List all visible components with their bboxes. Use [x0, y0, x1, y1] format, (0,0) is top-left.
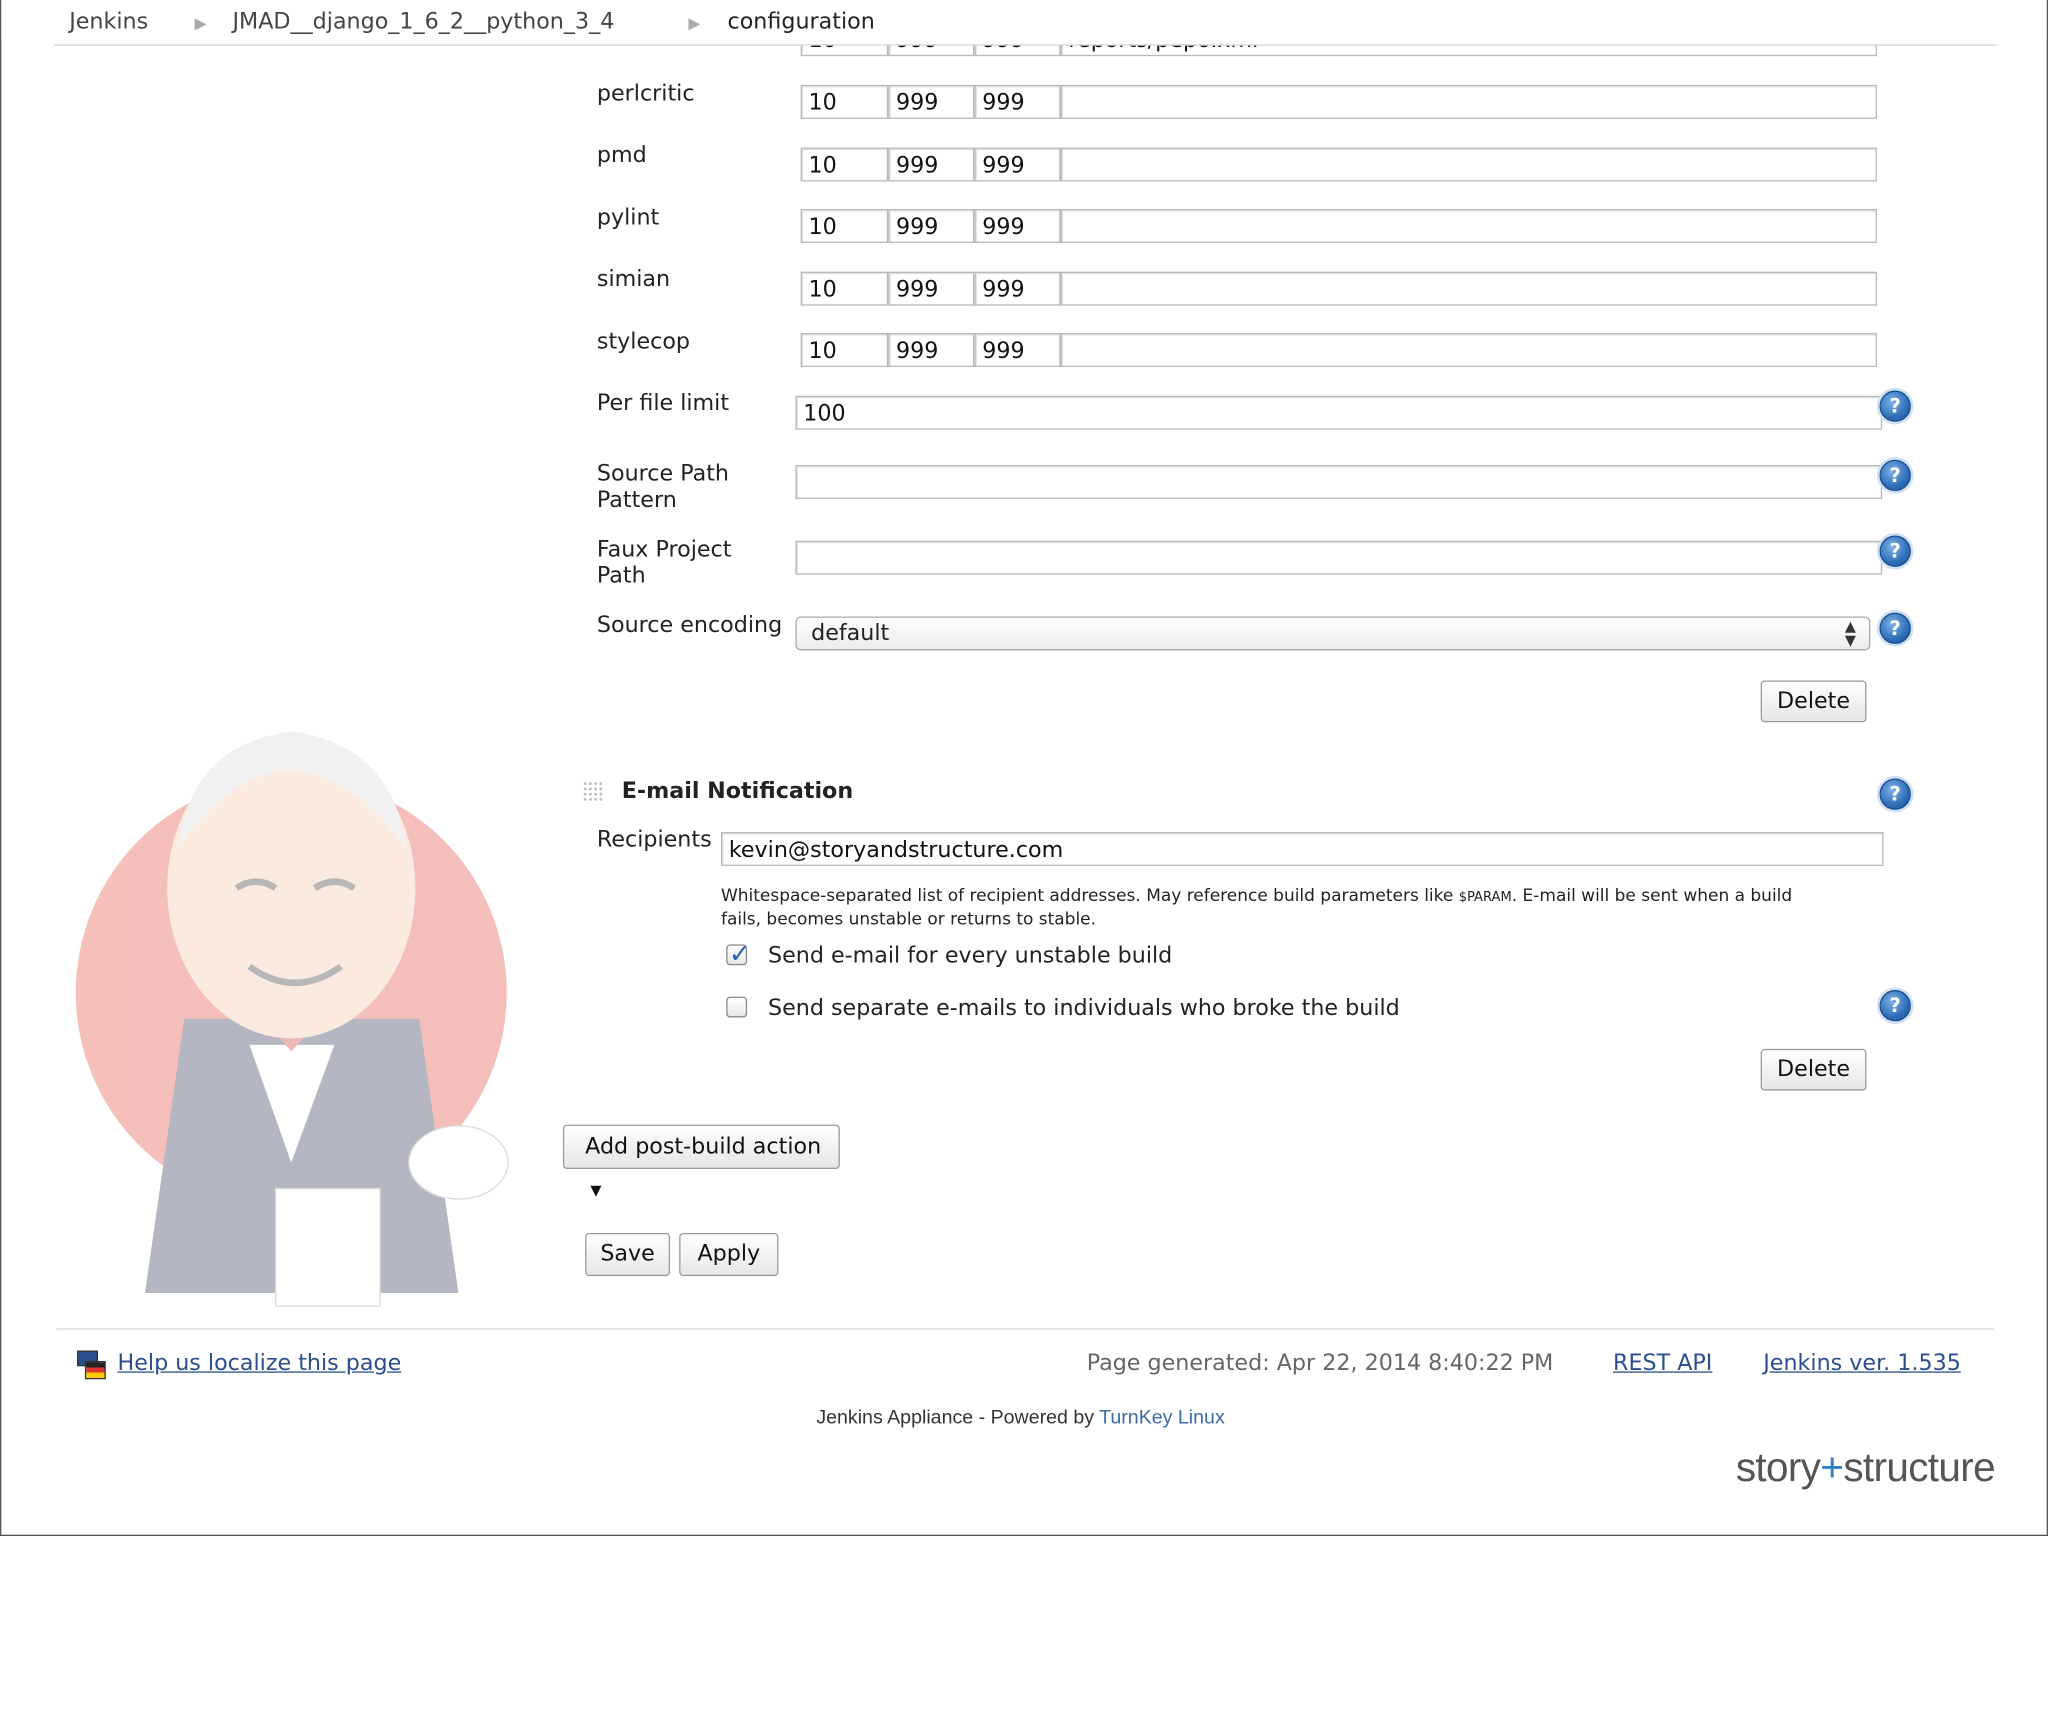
threshold-a-input[interactable]: 10: [800, 333, 889, 368]
logo-story-text: story: [1735, 1444, 1821, 1491]
unstable-build-checkbox[interactable]: ✓: [726, 938, 751, 969]
delete-button[interactable]: Delete: [1760, 680, 1867, 723]
source-encoding-label: Source encoding: [596, 612, 783, 639]
checkbox-checked-icon: ✓: [728, 937, 751, 970]
appliance-prefix: Jenkins Appliance - Powered by: [816, 1406, 1100, 1429]
help-icon[interactable]: ?: [1879, 612, 1911, 644]
footer-divider: [56, 1328, 1995, 1330]
tool-name-label: stylecop: [596, 329, 691, 356]
email-section-title: E-mail Notification: [621, 778, 854, 805]
tool-name-label: perlcritic: [596, 80, 695, 108]
delete-button[interactable]: Delete: [1760, 1048, 1867, 1091]
unstable-build-label: Send e-mail for every unstable build: [767, 943, 1173, 970]
page-generated-text: Page generated: Apr 22, 2014 8:40:22 PM: [1086, 1350, 1554, 1377]
jenkins-butler-logo: [75, 731, 509, 1307]
threshold-b-input[interactable]: 999: [888, 147, 975, 182]
report-path-input[interactable]: [1060, 271, 1877, 306]
chevron-right-icon: ▶: [194, 14, 207, 33]
faux-project-path-label-line2: Path: [596, 562, 646, 590]
jenkins-config-window: Jenkins ▶ JMAD__django_1_6_2__python_3_4…: [0, 0, 2048, 1536]
report-path-input[interactable]: [1060, 333, 1877, 368]
breadcrumb-configuration-link[interactable]: configuration: [728, 9, 875, 35]
source-path-pattern-label: Source Path Pattern: [597, 461, 729, 513]
faux-project-path-input[interactable]: [795, 540, 1883, 575]
drag-handle-icon[interactable]: [582, 781, 604, 802]
threshold-c-input[interactable]: 999: [974, 333, 1061, 368]
localize-flag-icon: [77, 1350, 106, 1380]
threshold-a-input[interactable]: 10: [800, 271, 889, 306]
source-path-pattern-label-line1: Source Path: [596, 461, 729, 488]
breadcrumb-underline: [53, 44, 1998, 46]
recipients-input[interactable]: kevin@storyandstructure.com: [720, 831, 1884, 866]
threshold-c-input[interactable]: 999: [974, 84, 1061, 119]
apply-button[interactable]: Apply: [679, 1232, 779, 1277]
recipients-hint: Whitespace-separated list of recipient a…: [721, 886, 1870, 932]
per-file-limit-input[interactable]: 100: [795, 395, 1883, 430]
help-icon[interactable]: ?: [1879, 459, 1911, 492]
help-icon[interactable]: ?: [1879, 390, 1911, 422]
add-post-build-action-button[interactable]: Add post-build action ▼: [562, 1124, 840, 1199]
source-encoding-select[interactable]: default ▲ ▼: [795, 616, 1871, 651]
breadcrumb-job-link[interactable]: JMAD__django_1_6_2__python_3_4: [232, 9, 614, 35]
story-structure-logo: story+structure: [1735, 1444, 1996, 1492]
logo-structure-text: structure: [1843, 1444, 1995, 1491]
recipients-label: Recipients: [596, 826, 712, 853]
faux-project-path-label: Faux Project Path: [597, 537, 732, 589]
threshold-b-input[interactable]: 999: [888, 333, 975, 368]
jenkins-version-link[interactable]: Jenkins ver. 1.535: [1763, 1351, 1961, 1377]
threshold-a-input[interactable]: 10: [800, 84, 889, 119]
threshold-c-input[interactable]: 999: [974, 208, 1061, 243]
save-button[interactable]: Save: [585, 1232, 671, 1277]
threshold-a-input[interactable]: 10: [800, 208, 889, 243]
tool-name-label: simian: [596, 266, 671, 293]
separate-emails-label: Send separate e-mails to individuals who…: [767, 995, 1400, 1022]
appliance-credit: Jenkins Appliance - Powered by TurnKey L…: [816, 1407, 1224, 1429]
separate-emails-checkbox[interactable]: [726, 996, 748, 1018]
faux-project-path-label-line1: Faux Project: [596, 536, 732, 563]
dropdown-arrow-icon: ▼: [590, 1182, 602, 1200]
threshold-c-input[interactable]: 999: [974, 147, 1061, 182]
tool-name-label: pylint: [596, 205, 660, 232]
help-icon[interactable]: ?: [1879, 535, 1911, 567]
threshold-b-input[interactable]: 999: [888, 208, 975, 243]
source-path-pattern-input[interactable]: [795, 464, 1883, 499]
plus-icon: +: [1820, 1444, 1844, 1491]
threshold-b-input[interactable]: 999: [888, 271, 975, 306]
breadcrumb-jenkins-link[interactable]: Jenkins: [69, 9, 148, 35]
report-path-input[interactable]: [1060, 84, 1877, 119]
report-path-input[interactable]: [1060, 147, 1877, 182]
help-icon[interactable]: ?: [1879, 990, 1911, 1022]
help-icon[interactable]: ?: [1879, 778, 1911, 810]
localize-link[interactable]: Help us localize this page: [118, 1351, 402, 1377]
source-encoding-value: default: [811, 620, 890, 647]
hint-text-part1: Whitespace-separated list of recipient a…: [720, 886, 1459, 907]
add-post-build-action-label: Add post-build action: [585, 1133, 822, 1160]
hint-param: $PARAM: [1458, 890, 1512, 906]
threshold-c-input[interactable]: 999: [974, 271, 1061, 306]
turnkey-linux-link[interactable]: TurnKey Linux: [1099, 1407, 1225, 1429]
threshold-a-input[interactable]: 10: [800, 147, 889, 182]
dropdown-arrow-icon: ▲ ▼: [1844, 617, 1856, 650]
source-path-pattern-label-line2: Pattern: [596, 487, 677, 514]
hint-text-part2: . E-mail will be sent when a build: [1511, 886, 1793, 907]
chevron-right-icon: ▶: [688, 14, 701, 33]
tool-name-label: pmd: [596, 142, 647, 169]
report-path-input[interactable]: [1060, 208, 1877, 243]
hint-text-line2: fails, becomes unstable or returns to st…: [720, 910, 1097, 930]
per-file-limit-label: Per file limit: [596, 390, 730, 417]
threshold-b-input[interactable]: 999: [888, 84, 975, 119]
rest-api-link[interactable]: REST API: [1613, 1351, 1712, 1377]
